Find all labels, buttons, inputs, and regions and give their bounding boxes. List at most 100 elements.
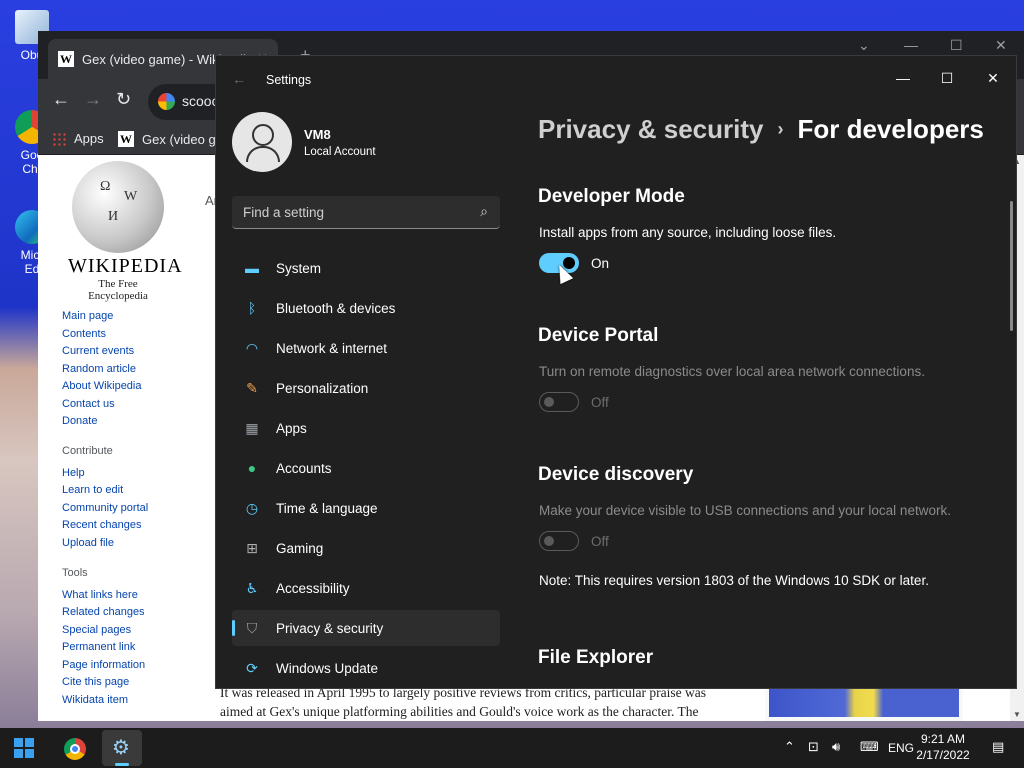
reload-icon[interactable]: ↻	[116, 89, 131, 110]
nav-item-label: System	[276, 260, 322, 276]
section-file-explorer: File Explorer	[538, 647, 653, 669]
wiki-nav-link[interactable]: Wikidata item	[62, 694, 145, 712]
nav-item-system[interactable]: ▬ System	[232, 250, 500, 286]
clock-date: 2/17/2022	[916, 748, 970, 762]
taskbar-clock[interactable]: 9:21 AM 2/17/2022	[908, 731, 978, 763]
monitor-icon: ▬	[245, 260, 259, 276]
device-discovery-toggle[interactable]	[539, 531, 579, 551]
back-arrow-icon[interactable]: ←	[52, 89, 70, 110]
search-input[interactable]	[232, 196, 462, 228]
notification-icon[interactable]: ▤	[992, 739, 1004, 755]
breadcrumb-parent[interactable]: Privacy & security	[538, 114, 763, 144]
nav-item-label: Personalization	[276, 380, 369, 396]
nav-item-label: Privacy & security	[276, 620, 384, 636]
nav-item-accounts[interactable]: ● Accounts	[232, 450, 500, 486]
start-button[interactable]	[4, 730, 44, 766]
wiki-nav-link[interactable]: Related changes	[62, 606, 145, 624]
update-icon: ⟳	[246, 660, 258, 676]
maximize-button[interactable]: ☐	[924, 64, 970, 92]
person-icon: ●	[247, 460, 257, 476]
nav-item-label: Gaming	[276, 540, 324, 556]
device-portal-toggle-row: Off	[539, 391, 925, 413]
section-title: Device discovery	[538, 464, 694, 485]
clock-time: 9:21 AM	[920, 732, 966, 746]
wiki-nav-link[interactable]: Current events	[62, 345, 142, 363]
bookmark-wiki[interactable]: W Gex (video ga	[118, 131, 223, 147]
taskbar-chrome-button[interactable]	[54, 730, 94, 766]
search-icon[interactable]: ⌕	[480, 203, 488, 220]
profile-account-type: Local Account	[304, 146, 376, 158]
wiki-nav-link[interactable]: Page information	[62, 659, 145, 677]
nav-item-windows-update[interactable]: ⟳ Windows Update	[232, 650, 500, 686]
wiki-nav-link[interactable]: Contact us	[62, 398, 142, 416]
scroll-down-icon[interactable]: ▼	[1013, 710, 1021, 719]
close-icon[interactable]: ✕	[995, 37, 1007, 54]
wiki-nav-link[interactable]: Recent changes	[62, 519, 148, 537]
wiki-nav-link[interactable]: Special pages	[62, 624, 145, 642]
chevron-up-icon[interactable]: ⌃	[784, 739, 795, 755]
user-profile[interactable]: VM8 Local Account	[232, 112, 376, 172]
forward-arrow-icon[interactable]: →	[84, 89, 102, 110]
wiki-nav-link[interactable]: Main page	[62, 310, 142, 328]
brush-icon: ✎	[246, 380, 258, 396]
developer-mode-toggle-row: On	[539, 252, 836, 274]
wiki-nav-link[interactable]: Upload file	[62, 537, 148, 555]
device-icon[interactable]: ⊡	[808, 739, 819, 755]
page-title: For developers	[797, 114, 984, 144]
wiki-nav-link[interactable]: Contents	[62, 328, 142, 346]
device-portal-toggle[interactable]	[539, 392, 579, 412]
nav-item-gaming[interactable]: ⊞ Gaming	[232, 530, 500, 566]
breadcrumb: Privacy & security › For developers	[538, 114, 984, 145]
nav-item-network[interactable]: ◠ Network & internet	[232, 330, 500, 366]
chevron-right-icon: ›	[777, 119, 784, 139]
nav-item-personalization[interactable]: ✎ Personalization	[232, 370, 500, 406]
nav-item-label: Bluetooth & devices	[276, 300, 396, 316]
taskbar-settings-button[interactable]: ⚙	[102, 730, 142, 766]
wikipedia-logo[interactable]: ΩWИ WIKIPEDIA The Free Encyclopedia	[68, 161, 182, 302]
settings-search: ⌕	[232, 196, 500, 229]
tab-search-icon[interactable]: ⌄	[858, 37, 870, 54]
section-title: Device Portal	[538, 325, 659, 346]
minimize-button[interactable]: —	[880, 64, 926, 92]
nav-item-privacy-security[interactable]: ⛉ Privacy & security	[232, 610, 500, 646]
volume-icon[interactable]: 🔊︎	[832, 739, 840, 755]
nav-item-apps[interactable]: ▦ Apps	[232, 410, 500, 446]
article-body-text: It was released in April 1995 to largely…	[220, 683, 720, 721]
section-description: Turn on remote diagnostics over local ar…	[539, 364, 925, 379]
omnibox-text: scooo	[182, 93, 220, 109]
wiki-nav-link[interactable]: Learn to edit	[62, 484, 148, 502]
toggle-state-label: On	[591, 255, 610, 271]
maximize-icon[interactable]: ☐	[950, 37, 963, 54]
article-text-line: aimed at Gex's unique platforming abilit…	[220, 704, 699, 719]
back-arrow-icon[interactable]: ←	[232, 71, 246, 87]
wiki-nav-link[interactable]: Help	[62, 467, 148, 485]
wiki-nav-link[interactable]: Permanent link	[62, 641, 145, 659]
wikipedia-tagline: The Free Encyclopedia	[88, 278, 148, 302]
keyboard-icon[interactable]: ⌨	[860, 739, 879, 755]
wiki-nav-link[interactable]: Random article	[62, 363, 142, 381]
bookmark-label: Gex (video ga	[142, 131, 223, 147]
wiki-nav-tools: Tools What links here Related changes Sp…	[62, 567, 145, 711]
toggle-state-label: Off	[591, 394, 609, 410]
wiki-nav-header: Contribute	[62, 445, 113, 457]
wiki-nav-link[interactable]: About Wikipedia	[62, 380, 142, 398]
nav-item-time-language[interactable]: ◷ Time & language	[232, 490, 500, 526]
device-discovery-toggle-row: Off	[539, 530, 951, 552]
apps-grid-icon	[52, 131, 66, 146]
settings-scrollbar[interactable]	[1010, 201, 1013, 331]
taskbar: ⚙ ⌃ ⊡ 🔊︎ ⌨ ENG 9:21 AM 2/17/2022 ▤	[0, 728, 1024, 768]
wiki-nav-link[interactable]: Community portal	[62, 502, 148, 520]
wiki-nav-link[interactable]: Cite this page	[62, 676, 145, 694]
wiki-nav-link[interactable]: What links here	[62, 589, 145, 607]
nav-item-bluetooth[interactable]: ᛒ Bluetooth & devices	[232, 290, 500, 326]
section-title: Developer Mode	[538, 186, 685, 207]
minimize-icon[interactable]: —	[904, 37, 918, 53]
infobox-image[interactable]	[765, 685, 963, 721]
nav-item-accessibility[interactable]: ♿ Accessibility	[232, 570, 500, 606]
google-icon	[158, 93, 175, 110]
bookmark-apps[interactable]: Apps	[52, 131, 104, 146]
section-title: File Explorer	[538, 647, 654, 668]
nav-item-label: Network & internet	[276, 340, 388, 356]
wiki-nav-link[interactable]: Donate	[62, 415, 142, 433]
close-button[interactable]: ✕	[970, 64, 1016, 92]
